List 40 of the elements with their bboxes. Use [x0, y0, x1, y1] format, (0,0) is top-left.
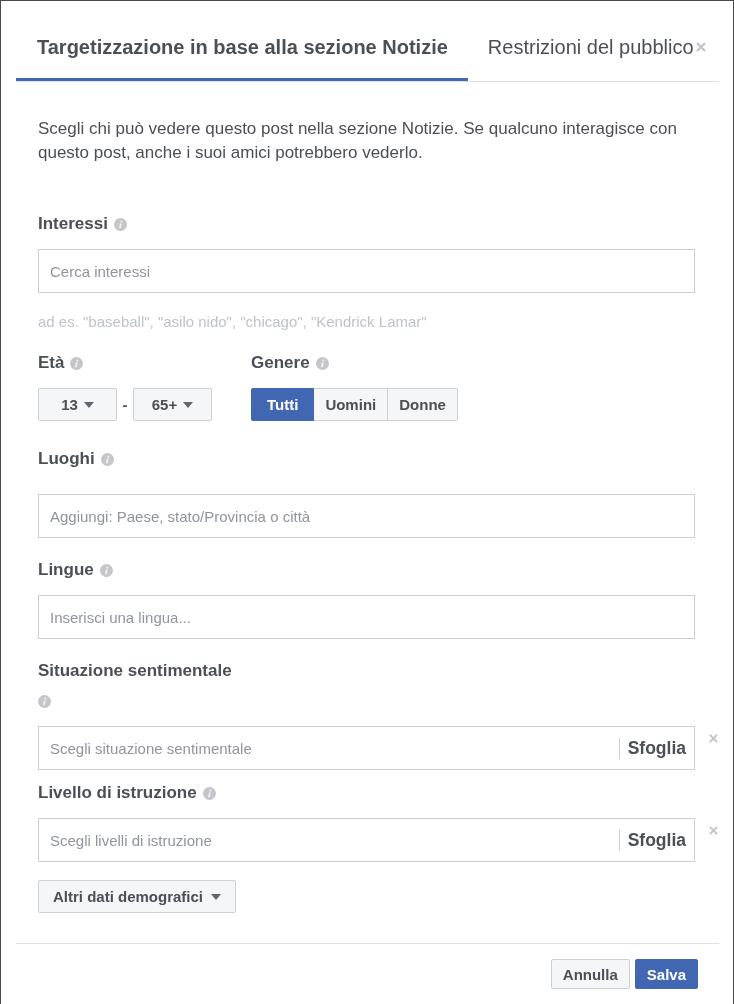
info-icon[interactable] — [113, 217, 127, 231]
gender-option[interactable]: Tutti — [251, 388, 315, 421]
close-icon[interactable] — [709, 826, 718, 835]
caret-icon — [211, 893, 222, 900]
browse-button[interactable]: Sfoglia — [627, 829, 686, 851]
age-dropdown[interactable]: 65+ — [133, 388, 212, 421]
input-field[interactable]: Inserisci una lingua... — [38, 595, 695, 639]
caret-icon — [83, 401, 94, 408]
field-label: Genere — [251, 353, 310, 373]
range-separator: - — [121, 396, 129, 413]
info-icon[interactable] — [100, 452, 114, 466]
hint-text: ad es. "baseball", "asilo nido", "chicago", "Kendrick Lamar" — [38, 314, 428, 330]
field-label: Situazione sentimentale — [38, 661, 232, 681]
input-field[interactable]: Cerca interessi — [38, 249, 695, 293]
tab[interactable]: Targetizzazione in base alla sezione Notizie — [16, 1, 468, 81]
age-dropdown[interactable]: 13 — [38, 388, 117, 421]
field-label: Età — [38, 353, 65, 373]
info-icon[interactable] — [315, 356, 329, 370]
input-field[interactable]: Scegli situazione sentimentale Sfoglia — [38, 726, 695, 770]
field-label: Lingue — [38, 560, 94, 580]
field-label: Interessi — [38, 214, 108, 234]
description-text: Scegli chi può vedere questo post nella sezione Notizie. Se qualcuno interagisce con questo post, anche i suoi amici potrebbero vederlo. — [38, 118, 678, 164]
caret-icon — [183, 401, 194, 408]
cancel-button[interactable]: Annulla — [550, 959, 630, 989]
save-button[interactable]: Salva — [634, 959, 698, 989]
close-icon[interactable] — [709, 734, 718, 743]
field-label: Livello di istruzione — [38, 783, 197, 803]
more-demographics-button[interactable]: Altri dati demografici — [38, 880, 237, 913]
info-icon[interactable] — [70, 356, 84, 370]
field-label: Luoghi — [38, 449, 95, 469]
gender-option[interactable]: Donne — [387, 388, 458, 421]
tab[interactable]: Restrizioni del pubblico — [467, 1, 694, 81]
browse-button[interactable]: Sfoglia — [627, 737, 686, 759]
input-field[interactable]: Aggiungi: Paese, stato/Provincia o città — [38, 494, 695, 538]
info-icon[interactable] — [38, 695, 51, 708]
input-field[interactable]: Scegli livelli di istruzione Sfoglia — [38, 818, 695, 862]
info-icon[interactable] — [99, 563, 113, 577]
close-icon[interactable] — [695, 42, 706, 52]
gender-option[interactable]: Uomini — [313, 388, 389, 421]
info-icon[interactable] — [202, 786, 216, 800]
